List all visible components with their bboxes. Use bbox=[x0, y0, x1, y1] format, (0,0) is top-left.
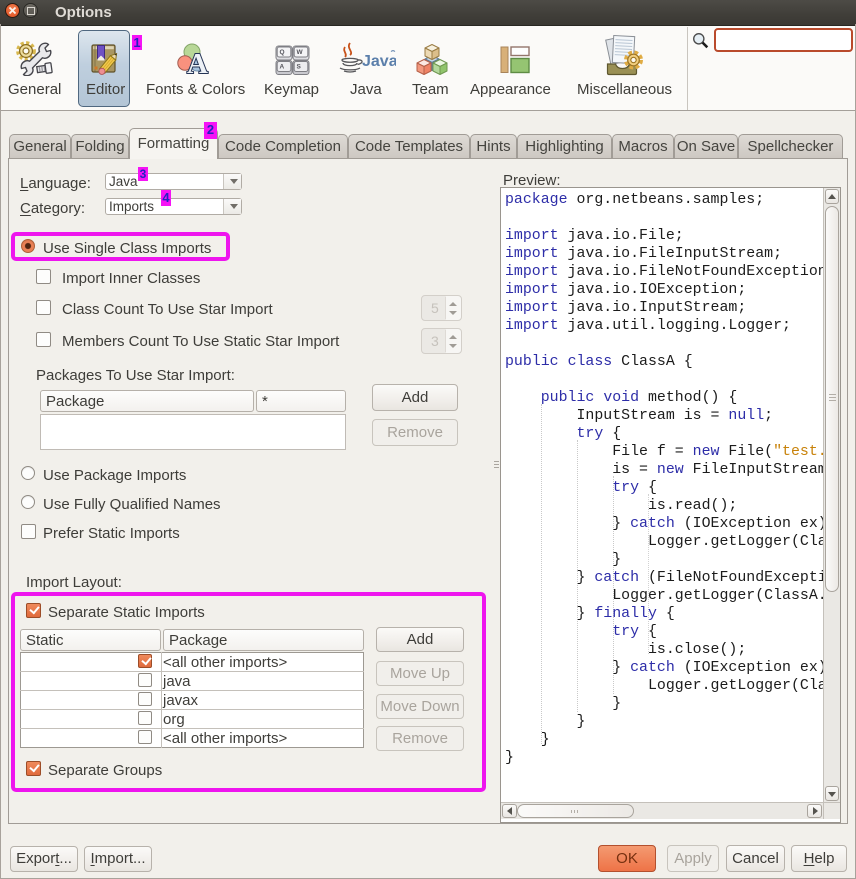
svg-text:W: W bbox=[297, 49, 304, 56]
svg-text:A: A bbox=[280, 64, 285, 71]
svg-text:Java: Java bbox=[362, 53, 396, 70]
svg-text:Q: Q bbox=[280, 49, 285, 56]
svg-text:S: S bbox=[297, 64, 302, 71]
svg-text:A: A bbox=[187, 48, 208, 78]
